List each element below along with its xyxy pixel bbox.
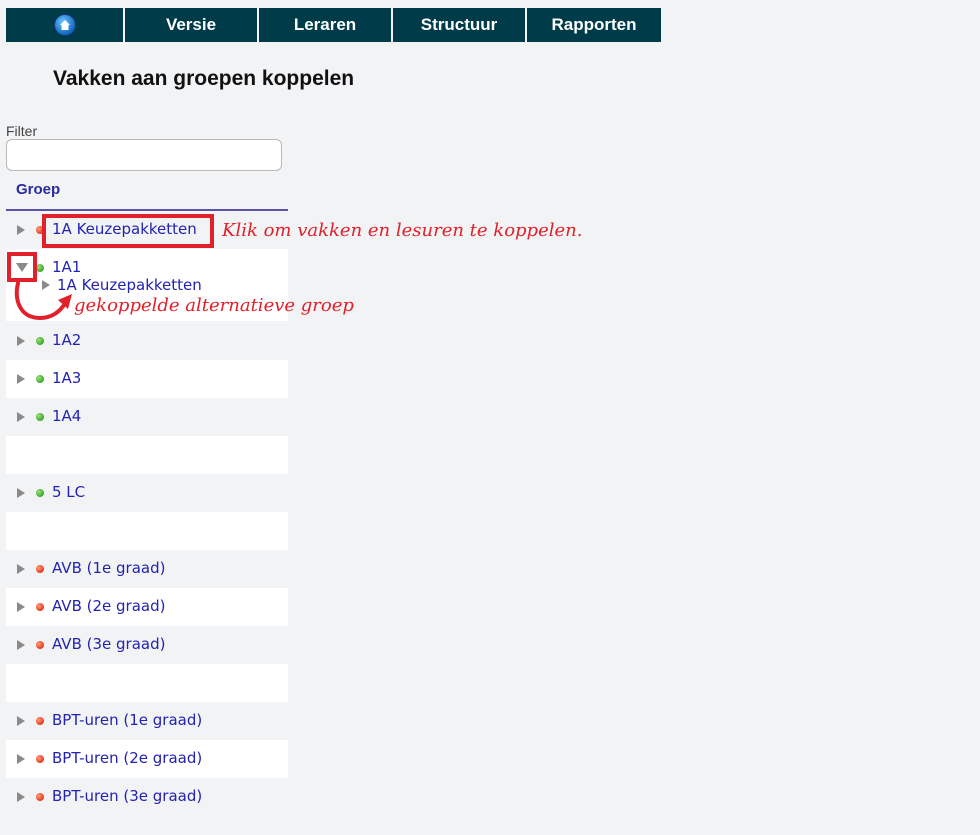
curved-arrow-icon — [14, 281, 72, 321]
